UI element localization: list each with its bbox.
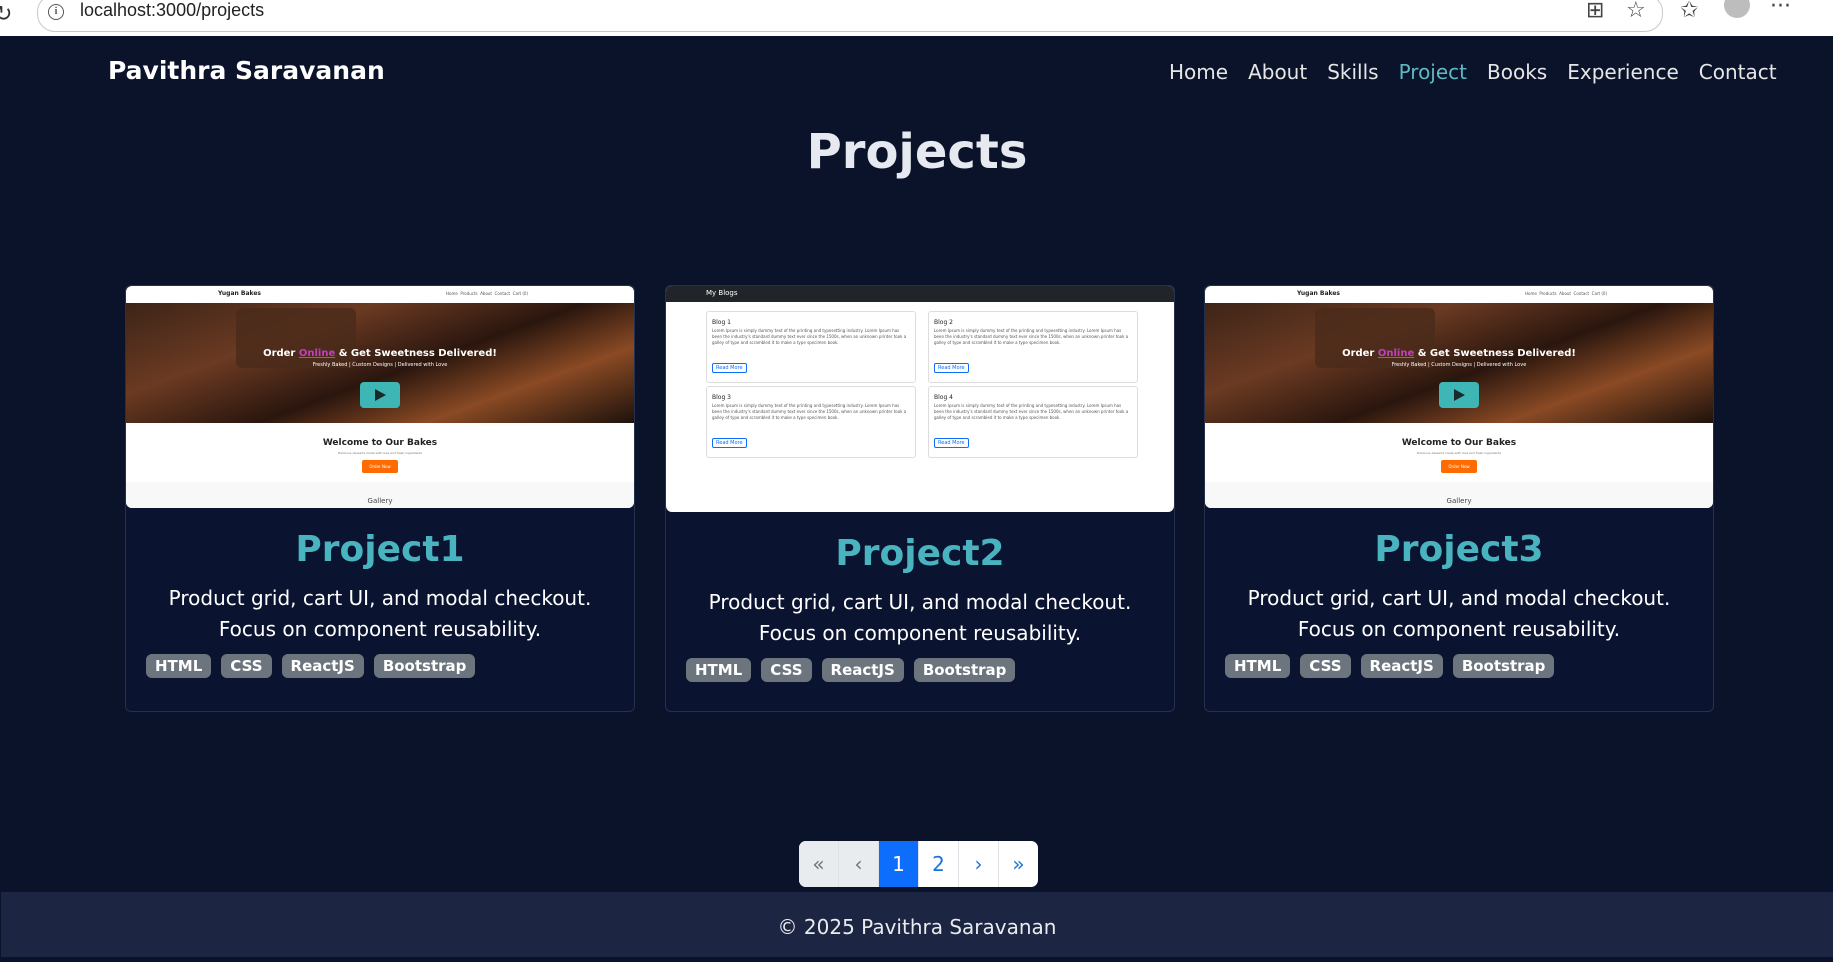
preview-welcome: Welcome to Our Bakes bbox=[322, 438, 438, 448]
address-bar[interactable] bbox=[37, 0, 1663, 32]
preview-blog-card: Blog 2 Lorem Ipsum is simply dummy text o… bbox=[928, 311, 1138, 383]
preview-blog-card: Blog 3 Lorem Ipsum is simply dummy text o… bbox=[706, 386, 916, 458]
tech-badge: Bootstrap bbox=[913, 658, 1016, 682]
browser-toolbar: ↻ i localhost:3000/projects ⊞ ☆ ✩ ··· bbox=[0, 0, 1833, 36]
project-card: Yugan Bakes Home Products About Contact C… bbox=[1204, 285, 1714, 712]
tech-badge: HTML bbox=[1225, 654, 1291, 678]
preview-nav: Home Products About Contact Cart (0) bbox=[1525, 291, 1608, 296]
tech-badge: ReactJS bbox=[1360, 654, 1443, 678]
preview-site-name: My Blogs bbox=[706, 289, 738, 297]
preview-play-icon bbox=[360, 382, 400, 408]
preview-blog-text: Lorem Ipsum is simply dummy text of the … bbox=[934, 328, 1129, 345]
preview-welcome: Welcome to Our Bakes bbox=[1401, 438, 1517, 448]
preview-nav: Home Products About Contact Cart (0) bbox=[446, 291, 529, 296]
preview-read-more: Read More bbox=[934, 363, 969, 373]
tech-badge: ReactJS bbox=[821, 658, 904, 682]
preview-site-name: Yugan Bakes bbox=[1297, 290, 1340, 297]
preview-order-button: Order Now bbox=[1441, 460, 1477, 473]
page-2-button[interactable]: 2 bbox=[918, 841, 958, 887]
nav-link-experience[interactable]: Experience bbox=[1567, 60, 1679, 84]
project-title: Project1 bbox=[295, 529, 465, 570]
tech-badge: HTML bbox=[146, 654, 212, 678]
tech-badge: Bootstrap bbox=[1452, 654, 1555, 678]
more-menu-icon[interactable]: ··· bbox=[1770, 0, 1791, 19]
reload-icon[interactable]: ↻ bbox=[0, 2, 12, 27]
preview-hero-title: Order Online & Get Sweetness Delivered! bbox=[1342, 348, 1576, 359]
preview-blog-card: Blog 1 Lorem Ipsum is simply dummy text o… bbox=[706, 311, 916, 383]
project-preview-image: Yugan Bakes Home Products About Contact C… bbox=[126, 286, 634, 508]
page-next-button[interactable]: › bbox=[958, 841, 998, 887]
favorite-star-icon[interactable]: ☆ bbox=[1626, 0, 1646, 23]
preview-welcome-sub: Delicious desserts made with love and fr… bbox=[1416, 451, 1502, 455]
preview-hero-sub: Freshly Baked | Custom Designs | Deliver… bbox=[312, 362, 448, 368]
preview-blog-card: Blog 4 Lorem Ipsum is simply dummy text o… bbox=[928, 386, 1138, 458]
footer: © 2025 Pavithra Saravanan bbox=[1, 892, 1833, 957]
project-description: Product grid, cart UI, and modal checkou… bbox=[1247, 586, 1671, 641]
project-card: My Blogs Blog 1 Lorem Ipsum is simply dumm… bbox=[665, 285, 1175, 712]
preview-blog-title: Blog 4 bbox=[934, 394, 953, 401]
preview-gallery: Gallery bbox=[367, 497, 393, 505]
preview-read-more: Read More bbox=[934, 438, 969, 448]
preview-navbar bbox=[666, 286, 1174, 302]
favorites-icon[interactable]: ✩ bbox=[1680, 0, 1698, 23]
nav-link-project[interactable]: Project bbox=[1399, 60, 1467, 84]
preview-blog-title: Blog 1 bbox=[712, 319, 731, 326]
page-last-button[interactable]: » bbox=[998, 841, 1038, 887]
preview-read-more: Read More bbox=[712, 438, 747, 448]
preview-site-name: Yugan Bakes bbox=[218, 290, 261, 297]
preview-blog-text: Lorem Ipsum is simply dummy text of the … bbox=[712, 328, 907, 345]
project-title: Project3 bbox=[1374, 529, 1544, 570]
project-preview-image: Yugan Bakes Home Products About Contact C… bbox=[1205, 286, 1713, 508]
tech-badges: HTML CSS ReactJS Bootstrap bbox=[686, 658, 1016, 682]
profile-avatar[interactable] bbox=[1724, 0, 1750, 18]
tech-badge: ReactJS bbox=[281, 654, 364, 678]
page: Pavithra Saravanan Home About Skills Projec… bbox=[1, 36, 1833, 957]
project-title: Project2 bbox=[835, 533, 1005, 574]
nav-link-about[interactable]: About bbox=[1248, 60, 1307, 84]
preview-hero-brownie bbox=[1315, 308, 1435, 368]
preview-play-icon bbox=[1439, 382, 1479, 408]
brand-name[interactable]: Pavithra Saravanan bbox=[108, 56, 385, 85]
site-info-icon[interactable]: i bbox=[48, 4, 64, 20]
tech-badges: HTML CSS ReactJS Bootstrap bbox=[1225, 654, 1555, 678]
tech-badges: HTML CSS ReactJS Bootstrap bbox=[146, 654, 476, 678]
project-description: Product grid, cart UI, and modal checkou… bbox=[168, 586, 592, 641]
pagination: « ‹ 1 2 › » bbox=[799, 841, 1038, 887]
url-text[interactable]: localhost:3000/projects bbox=[80, 0, 264, 21]
tech-badge: CSS bbox=[221, 654, 272, 678]
preview-blog-text: Lorem Ipsum is simply dummy text of the … bbox=[712, 403, 907, 420]
project-card: Yugan Bakes Home Products About Contact C… bbox=[125, 285, 635, 712]
preview-order-button: Order Now bbox=[362, 460, 398, 473]
preview-welcome-sub: Delicious desserts made with love and fr… bbox=[337, 451, 423, 455]
preview-hero-brownie bbox=[236, 308, 356, 368]
nav-link-home[interactable]: Home bbox=[1169, 60, 1228, 84]
nav-link-books[interactable]: Books bbox=[1487, 60, 1547, 84]
tech-badge: Bootstrap bbox=[373, 654, 476, 678]
preview-blog-title: Blog 3 bbox=[712, 394, 731, 401]
tech-badge: CSS bbox=[761, 658, 812, 682]
preview-blog-text: Lorem Ipsum is simply dummy text of the … bbox=[934, 403, 1129, 420]
page-title: Projects bbox=[806, 124, 1028, 180]
page-1-button[interactable]: 1 bbox=[878, 841, 918, 887]
tech-badge: HTML bbox=[686, 658, 752, 682]
apps-icon[interactable]: ⊞ bbox=[1586, 0, 1604, 23]
page-first-button[interactable]: « bbox=[799, 841, 838, 887]
preview-gallery: Gallery bbox=[1446, 497, 1472, 505]
nav-link-contact[interactable]: Contact bbox=[1699, 60, 1777, 84]
preview-read-more: Read More bbox=[712, 363, 747, 373]
preview-hero-title: Order Online & Get Sweetness Delivered! bbox=[263, 348, 497, 359]
footer-copyright: © 2025 Pavithra Saravanan bbox=[777, 915, 1057, 939]
project-description: Product grid, cart UI, and modal checkou… bbox=[708, 590, 1132, 645]
project-preview-image: My Blogs Blog 1 Lorem Ipsum is simply dumm… bbox=[666, 286, 1174, 512]
page-prev-button[interactable]: ‹ bbox=[838, 841, 878, 887]
tech-badge: CSS bbox=[1300, 654, 1351, 678]
preview-blog-title: Blog 2 bbox=[934, 319, 953, 326]
preview-hero-sub: Freshly Baked | Custom Designs | Deliver… bbox=[1391, 362, 1527, 368]
main-nav: Home About Skills Project Books Experience Con… bbox=[1169, 60, 1777, 84]
nav-link-skills[interactable]: Skills bbox=[1327, 60, 1378, 84]
